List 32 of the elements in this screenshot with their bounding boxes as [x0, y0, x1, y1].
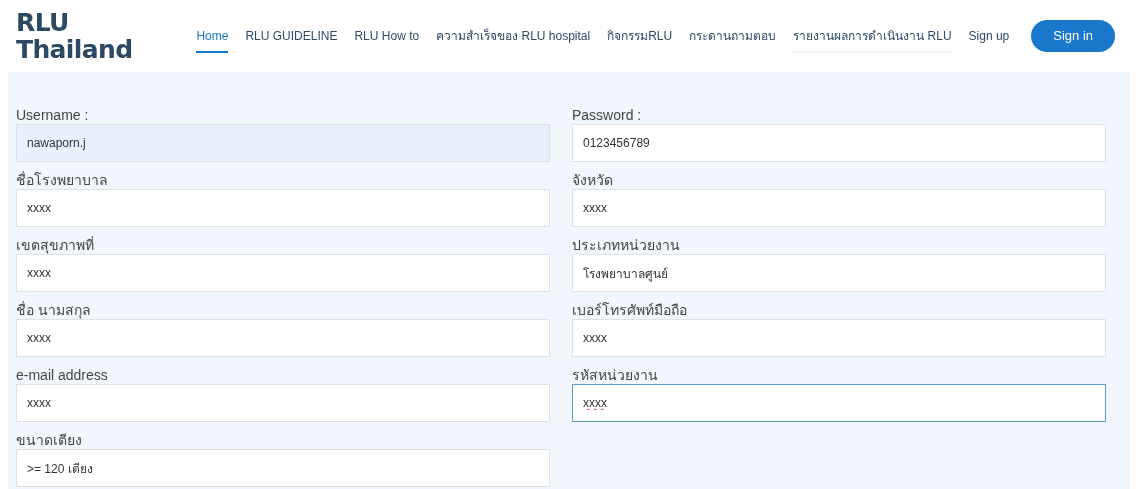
input-field[interactable]: xxxx: [572, 384, 1106, 422]
logo-text[interactable]: RLU Thailand: [16, 9, 133, 63]
input-field[interactable]: >= 120 เตียง: [16, 449, 550, 487]
field-label: เบอร์โทรศัพท์มือถือ: [572, 301, 688, 319]
field-label: e-mail address: [16, 366, 109, 384]
field-label: Username :: [16, 106, 90, 124]
input-field[interactable]: 0123456789: [572, 124, 1106, 162]
nav-link[interactable]: Sign up: [968, 19, 1010, 53]
nav-link[interactable]: กระดานถามตอบ: [689, 19, 777, 53]
field-label: เขตสุขภาพที่: [16, 236, 95, 254]
sign-in-button[interactable]: Sign in: [1031, 20, 1115, 52]
field-label: รหัสหน่วยงาน: [572, 366, 659, 384]
input-field[interactable]: xxxx: [16, 254, 550, 292]
nav-link[interactable]: ความสำเร็จของ RLU hospital: [436, 19, 591, 53]
field-label: ชื่อ นามสกุล: [16, 301, 92, 319]
field-label: ชื่อโรงพยาบาล: [16, 171, 109, 189]
nav-link[interactable]: รายงานผลการดำเนินงาน RLU: [793, 19, 952, 53]
nav-link[interactable]: Home: [196, 19, 229, 53]
field-label: ขนาดเตียง: [16, 431, 83, 449]
field-label: Password :: [572, 106, 643, 124]
nav-link[interactable]: RLU GUIDELINE: [245, 19, 338, 53]
nav-link[interactable]: กิจกรรมRLU: [607, 19, 673, 53]
input-field[interactable]: xxxx: [16, 384, 550, 422]
nav-link[interactable]: RLU How to: [354, 19, 420, 53]
field-label: ประเภทหน่วยงาน: [572, 236, 681, 254]
input-field[interactable]: xxxx: [572, 189, 1106, 227]
input-field[interactable]: xxxx: [16, 189, 550, 227]
input-field[interactable]: nawaporn.j: [16, 124, 550, 162]
input-field[interactable]: xxxx: [16, 319, 550, 357]
input-field[interactable]: โรงพยาบาลศูนย์: [572, 254, 1106, 292]
field-label: จังหวัด: [572, 171, 614, 189]
input-field[interactable]: xxxx: [572, 319, 1106, 357]
